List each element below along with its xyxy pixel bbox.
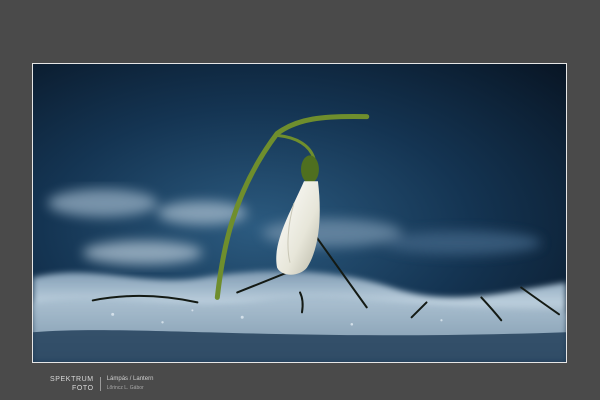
brand-line1: SPEKTRUM [50, 376, 94, 383]
caption-title: Lámpás / Lantern [106, 376, 154, 382]
photo-frame [32, 63, 567, 363]
spektrum-foto-logo: SPEKTRUM FOTO [50, 375, 94, 393]
snowdrop-photo [33, 64, 566, 362]
credit-divider [99, 377, 101, 391]
caption-author: Lőrincz L. Gábor [106, 385, 144, 391]
caption: Lámpás / Lantern Lőrincz L. Gábor [107, 375, 154, 393]
photo-credit: SPEKTRUM FOTO Lámpás / Lantern Lőrincz L… [50, 375, 153, 393]
brand-line2: FOTO [71, 385, 94, 392]
